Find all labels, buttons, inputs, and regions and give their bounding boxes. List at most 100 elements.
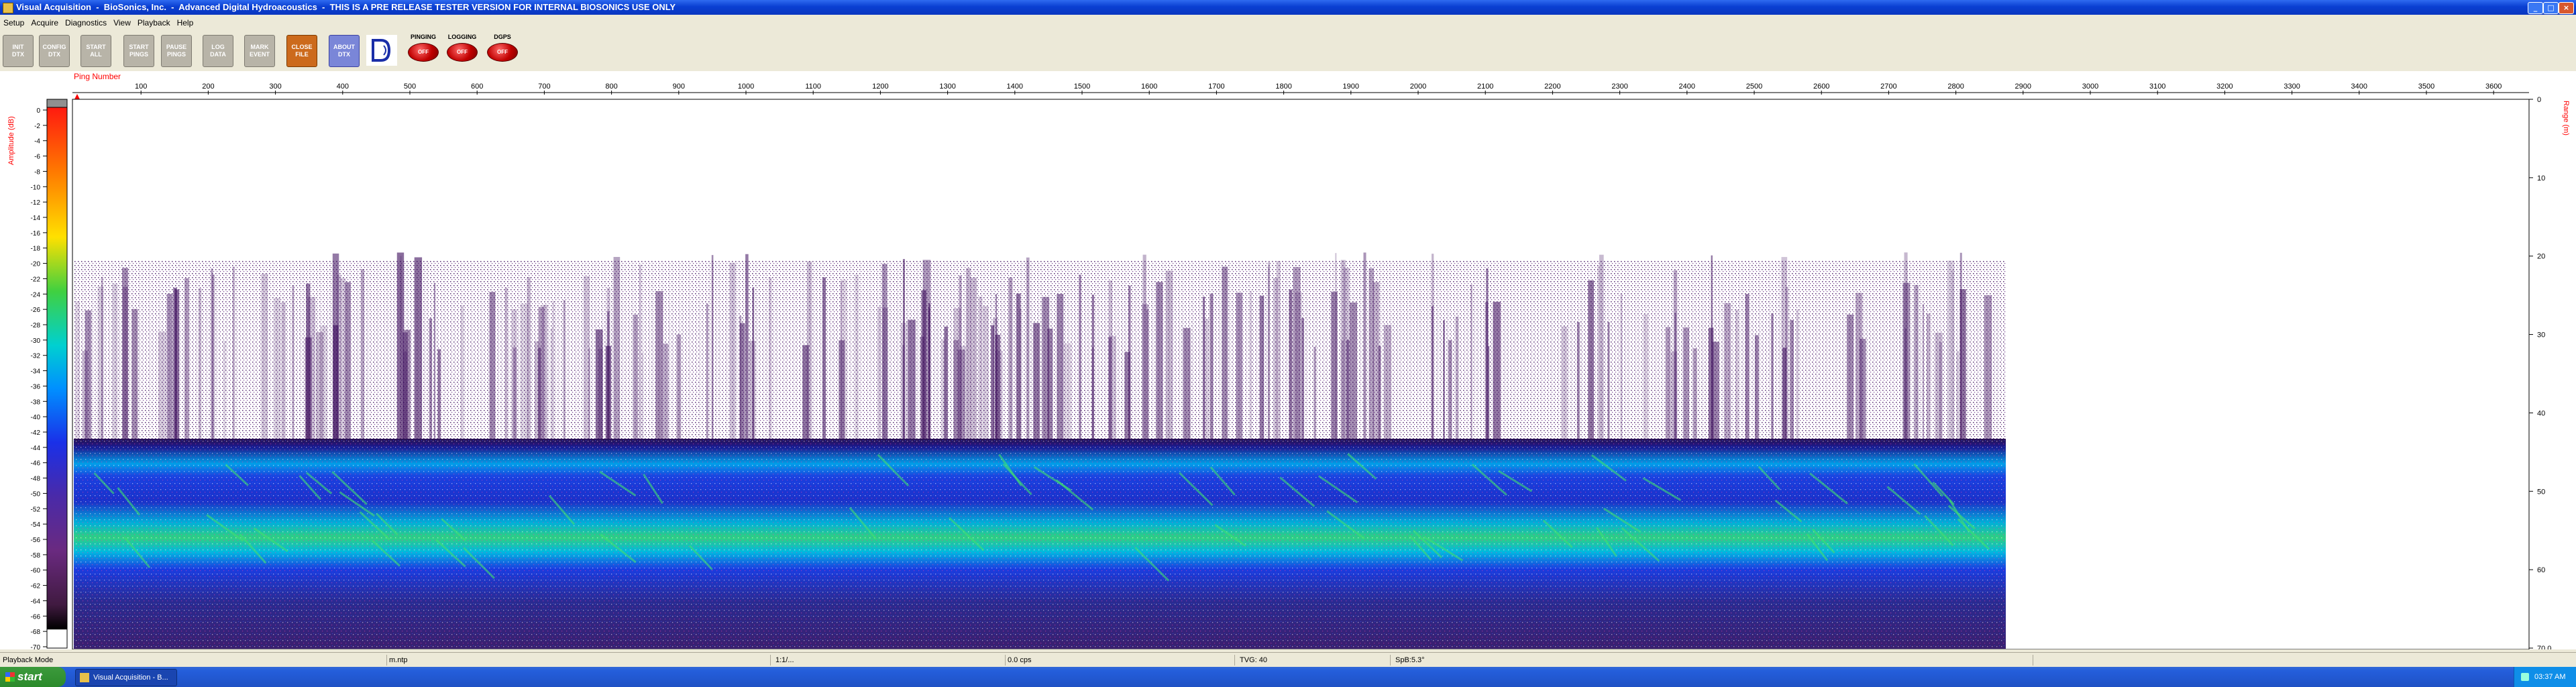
app-icon bbox=[80, 673, 89, 682]
maximize-button[interactable]: □ bbox=[2543, 2, 2559, 14]
echo-streak bbox=[1165, 270, 1173, 439]
button-line-1: START bbox=[86, 44, 106, 50]
range-tick-label: 30 bbox=[2537, 331, 2545, 339]
range-tick-label: 40 bbox=[2537, 409, 2545, 417]
echo-streak bbox=[978, 297, 983, 439]
window-titlebar[interactable]: Visual Acquisition - BioSonics, Inc. - A… bbox=[0, 0, 2576, 15]
menu-view[interactable]: View bbox=[110, 16, 134, 30]
echo-streak bbox=[292, 285, 294, 439]
init-dtx-button[interactable]: INIT DTX bbox=[3, 35, 34, 67]
echo-streak bbox=[198, 288, 202, 439]
echo-streak bbox=[1301, 318, 1305, 439]
mark-event-button[interactable]: MARK EVENT bbox=[244, 35, 275, 67]
echo-streak bbox=[745, 254, 749, 439]
echo-streak bbox=[131, 309, 138, 439]
echo-streak bbox=[85, 310, 92, 439]
echo-streak bbox=[1063, 343, 1072, 439]
echo-streak bbox=[1033, 323, 1040, 439]
ping-tick-label: 400 bbox=[337, 83, 349, 91]
taskbar-item-label: Visual Acquisition - B... bbox=[93, 674, 168, 682]
about-dtx-button[interactable]: ABOUT DTX bbox=[329, 35, 360, 67]
echo-streak bbox=[598, 349, 603, 439]
menu-setup[interactable]: Setup bbox=[0, 16, 28, 30]
echo-streak bbox=[460, 305, 464, 439]
ping-tick-label: 1300 bbox=[939, 83, 955, 91]
pause-pings-button[interactable]: PAUSE PINGS bbox=[161, 35, 192, 67]
echo-streak bbox=[339, 278, 346, 439]
echo-streak bbox=[1956, 351, 1960, 439]
taskbar-item-visual-acquisition[interactable]: Visual Acquisition - B... bbox=[75, 669, 177, 686]
pinging-indicator: PINGING OFF bbox=[404, 34, 443, 67]
echo-streak bbox=[1724, 303, 1731, 439]
echo-streak bbox=[711, 255, 714, 439]
ping-tick-label: 2500 bbox=[1746, 83, 1762, 91]
ping-tick-label: 3000 bbox=[2082, 83, 2098, 91]
ping-tick-label: 1400 bbox=[1007, 83, 1023, 91]
minimize-button[interactable]: _ bbox=[2528, 2, 2543, 14]
button-line-1: CONFIG bbox=[42, 44, 66, 50]
echo-streak bbox=[1383, 325, 1392, 439]
biosonics-logo-icon bbox=[366, 35, 397, 66]
echogram-data[interactable] bbox=[74, 252, 2006, 649]
status-divider bbox=[1234, 655, 1235, 666]
start-pings-button[interactable]: START PINGS bbox=[123, 35, 154, 67]
echo-streak bbox=[1455, 316, 1459, 439]
config-dtx-button[interactable]: CONFIG DTX bbox=[39, 35, 70, 67]
echo-streak bbox=[1250, 290, 1252, 439]
echo-streak bbox=[361, 269, 364, 439]
colorbar-tick-label: -38 bbox=[31, 399, 41, 406]
colorbar-ticks: 0 -2 -4 -6 -8 -10 -12 -14 -16 -18 -20 -22 -24 -26 -28 -… bbox=[31, 107, 47, 649]
ping-tick-label: 2000 bbox=[1410, 83, 1426, 91]
menu-playback[interactable]: Playback bbox=[134, 16, 174, 30]
echo-streak bbox=[663, 344, 669, 439]
dgps-led-icon: OFF bbox=[487, 43, 518, 62]
echo-streak bbox=[642, 352, 644, 439]
echo-streak bbox=[1493, 301, 1501, 439]
echo-streak bbox=[1313, 346, 1316, 439]
ping-tick-label: 300 bbox=[269, 83, 281, 91]
echo-streak bbox=[966, 268, 971, 439]
echo-streak bbox=[212, 274, 215, 439]
echo-streak bbox=[739, 323, 745, 439]
echo-streak bbox=[1091, 347, 1094, 439]
menu-acquire[interactable]: Acquire bbox=[28, 16, 62, 30]
start-label: start bbox=[17, 670, 42, 683]
echo-streak bbox=[822, 277, 826, 439]
amplitude-colorbar bbox=[46, 107, 68, 649]
start-all-button[interactable]: START ALL bbox=[80, 35, 111, 67]
echo-streak bbox=[1259, 295, 1265, 439]
echogram-panel[interactable]: Amplitude (dB) 0 -2 -4 -6 -8 -10 -12 -14 -16 -18 -… bbox=[0, 71, 2576, 649]
ping-tick-label: 700 bbox=[538, 83, 550, 91]
close-window-button[interactable]: × bbox=[2559, 2, 2574, 14]
echo-streak bbox=[1771, 313, 1774, 439]
colorbar-tick-label: -50 bbox=[31, 490, 41, 498]
echo-streak bbox=[166, 293, 173, 439]
ping-tick-label: 3600 bbox=[2485, 83, 2502, 91]
indicator-label: DGPS bbox=[494, 34, 511, 40]
echo-streak bbox=[855, 274, 859, 439]
network-icon[interactable] bbox=[2521, 673, 2529, 681]
range-tick-label: 10 bbox=[2537, 174, 2545, 182]
log-data-button[interactable]: LOG DATA bbox=[203, 35, 233, 67]
echo-streak bbox=[1693, 348, 1697, 439]
dgps-indicator: DGPS OFF bbox=[483, 34, 522, 67]
menu-help[interactable]: Help bbox=[174, 16, 197, 30]
colorbar-tick-label: -16 bbox=[31, 230, 41, 237]
echo-streak bbox=[1210, 293, 1214, 439]
button-line-2: DATA bbox=[210, 51, 226, 58]
echo-streak bbox=[1754, 335, 1759, 439]
colorbar-tick-label: -8 bbox=[34, 168, 40, 176]
echo-streak bbox=[1057, 294, 1064, 439]
button-line-2: DTX bbox=[338, 51, 350, 58]
colorbar-tick-label: -36 bbox=[31, 383, 41, 390]
echo-streak bbox=[1914, 284, 1919, 439]
echo-streak bbox=[1293, 266, 1301, 439]
menu-diagnostics[interactable]: Diagnostics bbox=[62, 16, 110, 30]
close-file-button[interactable]: CLOSE FILE bbox=[286, 35, 317, 67]
logging-indicator: LOGGING OFF bbox=[443, 34, 482, 67]
start-button[interactable]: start bbox=[0, 667, 66, 687]
echo-streak bbox=[158, 331, 166, 439]
echo-streak bbox=[982, 306, 989, 439]
echo-streak bbox=[877, 307, 881, 439]
echogram-svg[interactable]: Amplitude (dB) 0 -2 -4 -6 -8 -10 -12 -14 -16 -18 -… bbox=[0, 71, 2576, 649]
